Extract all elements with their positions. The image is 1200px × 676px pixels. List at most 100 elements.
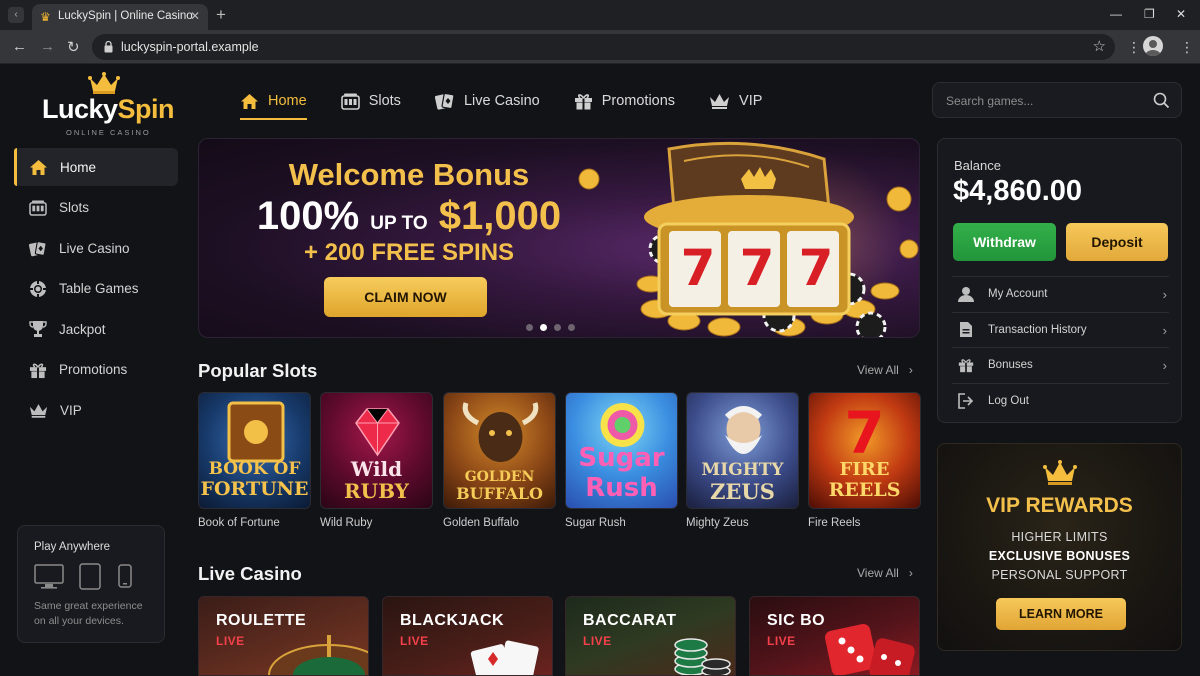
crown-icon	[1043, 460, 1077, 485]
cards-icon	[29, 240, 47, 256]
sidebar: Home Slots Live Casino Table Games Jackp…	[14, 148, 178, 432]
popular-slots-title: Popular Slots	[198, 360, 318, 381]
search-icon[interactable]	[1153, 92, 1170, 109]
slot-thumbnail: MIGHTY ZEUS	[686, 392, 799, 509]
slot-card-golden-buffalo[interactable]: GOLDEN BUFFALO Golden Buffalo	[443, 392, 556, 529]
minimize-icon[interactable]: —	[1110, 7, 1122, 21]
slot-card-fire-reels[interactable]: 7 FIRE REELS Fire Reels	[808, 392, 921, 529]
chevron-right-icon: ›	[1162, 287, 1167, 302]
sidebar-item-slots[interactable]: Slots	[14, 189, 178, 227]
sidebar-item-jackpot[interactable]: Jackpot	[14, 310, 178, 348]
carousel-dot-2[interactable]	[540, 324, 547, 331]
live-casino-view-all-link[interactable]: View All ›	[857, 566, 913, 580]
hero-free-spins: + 200 FREE SPINS	[303, 239, 515, 266]
slot-card-wild-ruby[interactable]: Wild RUBY Wild Ruby	[320, 392, 433, 529]
topnav-vip[interactable]: VIP	[709, 86, 762, 116]
sidebar-item-promotions[interactable]: Promotions	[14, 351, 178, 389]
fire-seven-symbol: 7	[844, 399, 885, 467]
url-field[interactable]: luckyspin-portal.example ☆	[92, 34, 1115, 60]
home-icon	[241, 93, 258, 109]
account-menu-transaction-history[interactable]: Transaction History ›	[952, 311, 1169, 348]
slot-name: Fire Reels	[808, 517, 861, 529]
live-badge: LIVE	[400, 634, 429, 648]
phone-icon	[118, 564, 132, 588]
account-menu-log-out[interactable]: Log Out	[952, 382, 1169, 419]
carousel-dot-1[interactable]	[526, 324, 533, 331]
live-game-name: BLACKJACK	[400, 612, 505, 629]
forward-icon[interactable]: →	[40, 38, 55, 55]
live-card-sic-bo[interactable]: SIC BO LIVE	[749, 596, 920, 676]
slots-view-all-link[interactable]: View All ›	[857, 363, 913, 377]
withdraw-button[interactable]: Withdraw	[953, 223, 1056, 261]
profile-avatar-icon[interactable]	[1143, 36, 1163, 56]
cards-icon	[434, 92, 455, 110]
play-anywhere-description: Same great experience on all your device…	[34, 600, 143, 627]
live-badge: LIVE	[583, 634, 612, 648]
crown-favicon-icon: ♛	[40, 10, 51, 24]
devices-icons	[34, 563, 132, 590]
live-badge: LIVE	[216, 634, 245, 648]
account-menu: My Account › Transaction History › Bonuses…	[952, 276, 1169, 418]
site-logo[interactable]: LuckySpin ONLINE CASINO	[40, 72, 180, 137]
logout-icon	[958, 392, 974, 409]
live-card-blackjack[interactable]: BLACKJACK LIVE	[382, 596, 553, 676]
welcome-bonus-banner[interactable]: 7 7 7 Welcome Bonus 100% UP TO $1,000 + …	[198, 138, 920, 338]
home-icon	[30, 159, 47, 175]
new-tab-icon[interactable]: +	[216, 5, 226, 25]
deposit-button[interactable]: Deposit	[1066, 223, 1168, 261]
topnav-live-casino[interactable]: Live Casino	[434, 86, 540, 116]
slot-card-book-of-fortune[interactable]: BOOK OF FORTUNE Book of Fortune	[198, 392, 311, 529]
trophy-icon	[29, 321, 47, 337]
topnav-slots[interactable]: Slots	[340, 86, 401, 116]
search-games-input[interactable]: Search games...	[932, 82, 1182, 118]
carousel-dots	[526, 324, 575, 331]
gift-icon	[958, 359, 974, 373]
slot-card-mighty-zeus[interactable]: MIGHTY ZEUS Mighty Zeus	[686, 392, 799, 529]
chevron-right-icon: ›	[1162, 322, 1167, 338]
vip-title: VIP REWARDS	[986, 494, 1133, 517]
reel-symbol-3: 7	[798, 239, 834, 297]
live-card-baccarat[interactable]: BACCARAT LIVE	[565, 596, 736, 676]
reload-icon[interactable]: ↻	[67, 38, 80, 56]
crown-icon	[88, 72, 120, 94]
slot-thumbnail: GOLDEN BUFFALO	[443, 392, 556, 509]
carousel-dot-4[interactable]	[568, 324, 575, 331]
lock-icon	[104, 40, 113, 53]
topnav-promotions[interactable]: Promotions	[574, 86, 675, 116]
balance-value: $4,860.00	[953, 175, 1083, 207]
sidebar-item-vip[interactable]: VIP	[14, 391, 178, 429]
browser-menu-icon[interactable]: ⋮	[1180, 39, 1194, 56]
search-placeholder: Search games...	[946, 94, 1034, 108]
topnav-home[interactable]: Home	[240, 86, 307, 120]
browser-tab-bar: ‹ ♛ LuckySpin | Online Casino ✕ + — ❐ ✕	[0, 0, 1200, 30]
slot-machine-icon	[340, 93, 360, 110]
slot-thumbnail: BOOK OF FORTUNE	[198, 392, 311, 509]
account-menu-bonuses[interactable]: Bonuses ›	[952, 347, 1169, 383]
slot-card-sugar-rush[interactable]: Sugar Rush Sugar Rush	[565, 392, 678, 529]
vip-rewards-card: VIP REWARDS HIGHER LIMITS EXCLUSIVE BONU…	[937, 443, 1182, 651]
logo-subtitle: ONLINE CASINO	[66, 128, 151, 137]
chevron-right-icon: ›	[1162, 358, 1167, 373]
window-close-icon[interactable]: ✕	[1176, 7, 1186, 21]
chip-icon	[30, 280, 46, 297]
slot-name: Book of Fortune	[198, 517, 280, 529]
carousel-dot-3[interactable]	[554, 324, 561, 331]
tab-close-icon[interactable]: ✕	[190, 9, 200, 23]
live-game-name: BACCARAT	[583, 612, 677, 629]
sidebar-item-table-games[interactable]: Table Games	[14, 270, 178, 308]
gift-icon	[29, 363, 47, 379]
learn-more-button[interactable]: LEARN MORE	[996, 598, 1126, 630]
reel-symbol-2: 7	[739, 239, 775, 297]
back-icon[interactable]: ←	[12, 38, 27, 55]
claim-now-button[interactable]: CLAIM NOW	[324, 277, 487, 317]
browser-tab[interactable]: ♛ LuckySpin | Online Casino ✕	[32, 4, 208, 30]
restore-icon[interactable]: ❐	[1144, 7, 1155, 21]
sidebar-item-home[interactable]: Home	[14, 148, 178, 186]
live-card-roulette[interactable]: ROULETTE LIVE	[198, 596, 369, 676]
extensions-menu-icon[interactable]: ⋮	[1127, 39, 1141, 56]
live-game-name: ROULETTE	[216, 612, 307, 629]
account-menu-my-account[interactable]: My Account ›	[952, 276, 1169, 312]
bookmark-star-icon[interactable]: ☆	[1093, 37, 1106, 55]
tab-search-button[interactable]: ‹	[8, 7, 24, 23]
sidebar-item-live-casino[interactable]: Live Casino	[14, 229, 178, 267]
